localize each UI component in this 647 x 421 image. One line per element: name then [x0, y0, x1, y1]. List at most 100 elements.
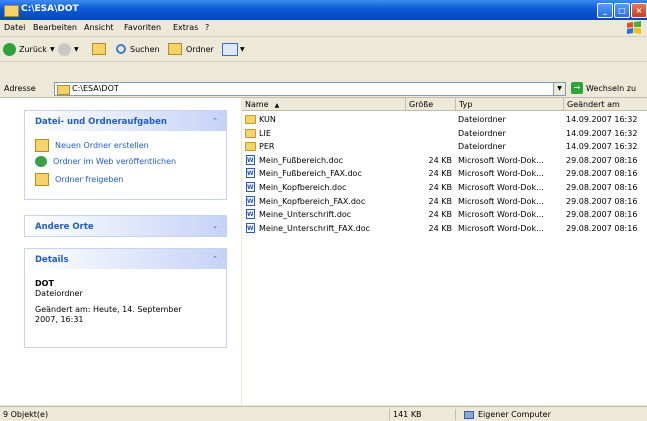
cell-size: 24 KB	[428, 183, 452, 192]
back-button[interactable]: Zurück ▼	[3, 41, 55, 57]
cell-type: Microsoft Word-Dok...	[458, 155, 544, 165]
details-modified-time: 2007, 16:31	[35, 315, 84, 324]
cell-size: 24 KB	[428, 169, 452, 179]
cell-modified: 14.09.2007 16:32	[566, 115, 638, 124]
menu-favoriten[interactable]: Favoriten	[124, 23, 161, 32]
minimize-button[interactable]: _	[597, 3, 613, 18]
up-button[interactable]	[92, 41, 106, 57]
cell-name: Mein_Kopfbereich_FAX.doc	[259, 196, 366, 206]
task-publish-web[interactable]: Ordner im Web veröffentlichen	[35, 156, 176, 167]
cell-name: KUN	[259, 115, 276, 124]
menu-extras[interactable]: Extras	[173, 23, 198, 32]
column-label: Größe	[409, 100, 434, 109]
panel-header[interactable]: Andere Orte ⌄	[25, 216, 226, 236]
folder-icon	[4, 5, 19, 17]
file-row[interactable]: Mein_Kopfbereich_FAX.doc 24 KB Microsoft W…	[242, 195, 647, 208]
menu-help[interactable]: ?	[205, 23, 209, 32]
menu-bearbeiten[interactable]: Bearbeiten	[33, 23, 77, 32]
forward-arrow-icon	[58, 42, 71, 56]
cell-size: 24 KB	[428, 210, 452, 220]
cell-type: Dateiordner	[458, 128, 506, 138]
column-header-size[interactable]: Größe	[406, 98, 456, 111]
cell-type: Dateiordner	[458, 142, 506, 152]
file-row[interactable]: Mein_Kopfbereich.doc 24 KB Microsoft Word-…	[242, 181, 647, 194]
column-label: Name	[245, 100, 269, 109]
file-row[interactable]: Meine_Unterschrift_FAX.doc 24 KB Microsoft…	[242, 222, 647, 235]
panel-header[interactable]: Datei- und Ordneraufgaben ⌃	[25, 111, 226, 131]
file-folder-tasks-panel: Datei- und Ordneraufgaben ⌃ Neuen Ordner…	[24, 110, 227, 200]
column-label: Typ	[459, 100, 473, 109]
task-pane: Datei- und Ordneraufgaben ⌃ Neuen Ordner…	[0, 98, 241, 405]
task-label: Ordner im Web veröffentlichen	[53, 157, 177, 166]
word-document-icon	[246, 167, 255, 180]
search-label: Suchen	[130, 44, 160, 54]
collapse-icon[interactable]: ⌃	[210, 254, 220, 264]
cell-modified: 14.09.2007 16:32	[566, 142, 638, 152]
search-button[interactable]: Suchen	[116, 41, 160, 57]
toolbar: Zurück ▼ ▼ Suchen Ordner ▼	[0, 37, 647, 62]
cell-modified: 29.08.2007 08:16	[566, 183, 638, 192]
cell-modified: 29.08.2007 08:16	[566, 169, 638, 179]
maximize-button[interactable]: □	[614, 3, 630, 18]
panel-header[interactable]: Details ⌃	[25, 249, 226, 269]
menu-ansicht[interactable]: Ansicht	[84, 23, 114, 32]
file-row[interactable]: Meine_Unterschrift.doc 24 KB Microsoft Wor…	[242, 208, 647, 221]
views-button[interactable]: ▼	[222, 41, 245, 57]
address-input[interactable]: C:\ESA\DOT ▼	[54, 82, 566, 96]
column-header-name[interactable]: Name ▲	[242, 98, 406, 111]
column-header-type[interactable]: Typ	[456, 98, 564, 111]
menu-datei[interactable]: Datei	[4, 23, 25, 32]
cell-type: Microsoft Word-Dok...	[458, 210, 544, 220]
cell-type: Microsoft Word-Dok...	[458, 196, 544, 206]
title-bar[interactable]: C:\ESA\DOT _ □ ×	[0, 0, 647, 20]
task-new-folder[interactable]: Neuen Ordner erstellen	[35, 139, 149, 152]
cell-name: Meine_Unterschrift_FAX.doc	[259, 223, 371, 233]
folder-icon	[168, 43, 182, 55]
status-location: Eigener Computer	[456, 409, 647, 420]
file-row[interactable]: LIE Dateiordner 14.09.2007 16:32	[242, 127, 647, 140]
task-share-folder[interactable]: Ordner freigeben	[35, 173, 124, 186]
status-bar: 9 Objekt(e) 141 KB Eigener Computer	[0, 406, 647, 421]
word-document-icon	[246, 195, 255, 208]
go-button[interactable]: → Wechseln zu	[571, 82, 636, 94]
panel-title: Datei- und Ordneraufgaben	[35, 117, 167, 127]
cell-name: Mein_Fußbereich_FAX.doc	[259, 169, 362, 179]
cell-size: 24 KB	[428, 155, 452, 165]
address-value: C:\ESA\DOT	[72, 84, 119, 93]
cell-name: PER	[259, 142, 275, 152]
globe-icon	[35, 156, 47, 167]
word-document-icon	[246, 208, 255, 221]
folder-icon	[245, 128, 256, 138]
panel-title: Details	[35, 255, 69, 265]
file-row[interactable]: PER Dateiordner 14.09.2007 16:32	[242, 140, 647, 153]
search-icon	[116, 44, 126, 54]
address-dropdown-button[interactable]: ▼	[553, 83, 565, 95]
word-document-icon	[246, 181, 255, 194]
column-header-modified[interactable]: Geändert am	[564, 98, 647, 111]
details-panel: Details ⌃ DOT Dateiordner Geändert am: H…	[24, 248, 227, 348]
file-row[interactable]: Mein_Fußbereich.doc 24 KB Microsoft Word-D…	[242, 154, 647, 167]
expand-icon[interactable]: ⌄	[210, 221, 220, 231]
back-label: Zurück	[19, 44, 47, 54]
cell-modified: 14.09.2007 16:32	[566, 128, 638, 138]
chevron-down-icon: ▼	[74, 45, 79, 53]
window-title: C:\ESA\DOT	[21, 4, 79, 14]
sort-asc-icon: ▲	[274, 102, 280, 109]
panel-title: Andere Orte	[35, 222, 94, 232]
cell-modified: 29.08.2007 08:16	[566, 210, 638, 220]
word-document-icon	[246, 154, 255, 167]
computer-icon	[464, 410, 474, 419]
file-row[interactable]: Mein_Fußbereich_FAX.doc 24 KB Microsoft Wo…	[242, 167, 647, 180]
address-bar: Adresse C:\ESA\DOT ▼ → Wechseln zu	[0, 80, 647, 98]
cell-name: Meine_Unterschrift.doc	[259, 210, 352, 220]
forward-button[interactable]: ▼	[58, 41, 79, 57]
folders-button[interactable]: Ordner	[168, 41, 214, 57]
close-button[interactable]: ×	[631, 3, 647, 18]
go-label: Wechseln zu	[586, 83, 637, 93]
file-row[interactable]: KUN Dateiordner 14.09.2007 16:32	[242, 113, 647, 126]
collapse-icon[interactable]: ⌃	[210, 116, 220, 126]
task-label: Ordner freigeben	[55, 175, 124, 184]
cell-name: Mein_Fußbereich.doc	[259, 155, 344, 165]
cell-modified: 29.08.2007 08:16	[566, 155, 638, 165]
details-name: DOT	[35, 279, 54, 288]
